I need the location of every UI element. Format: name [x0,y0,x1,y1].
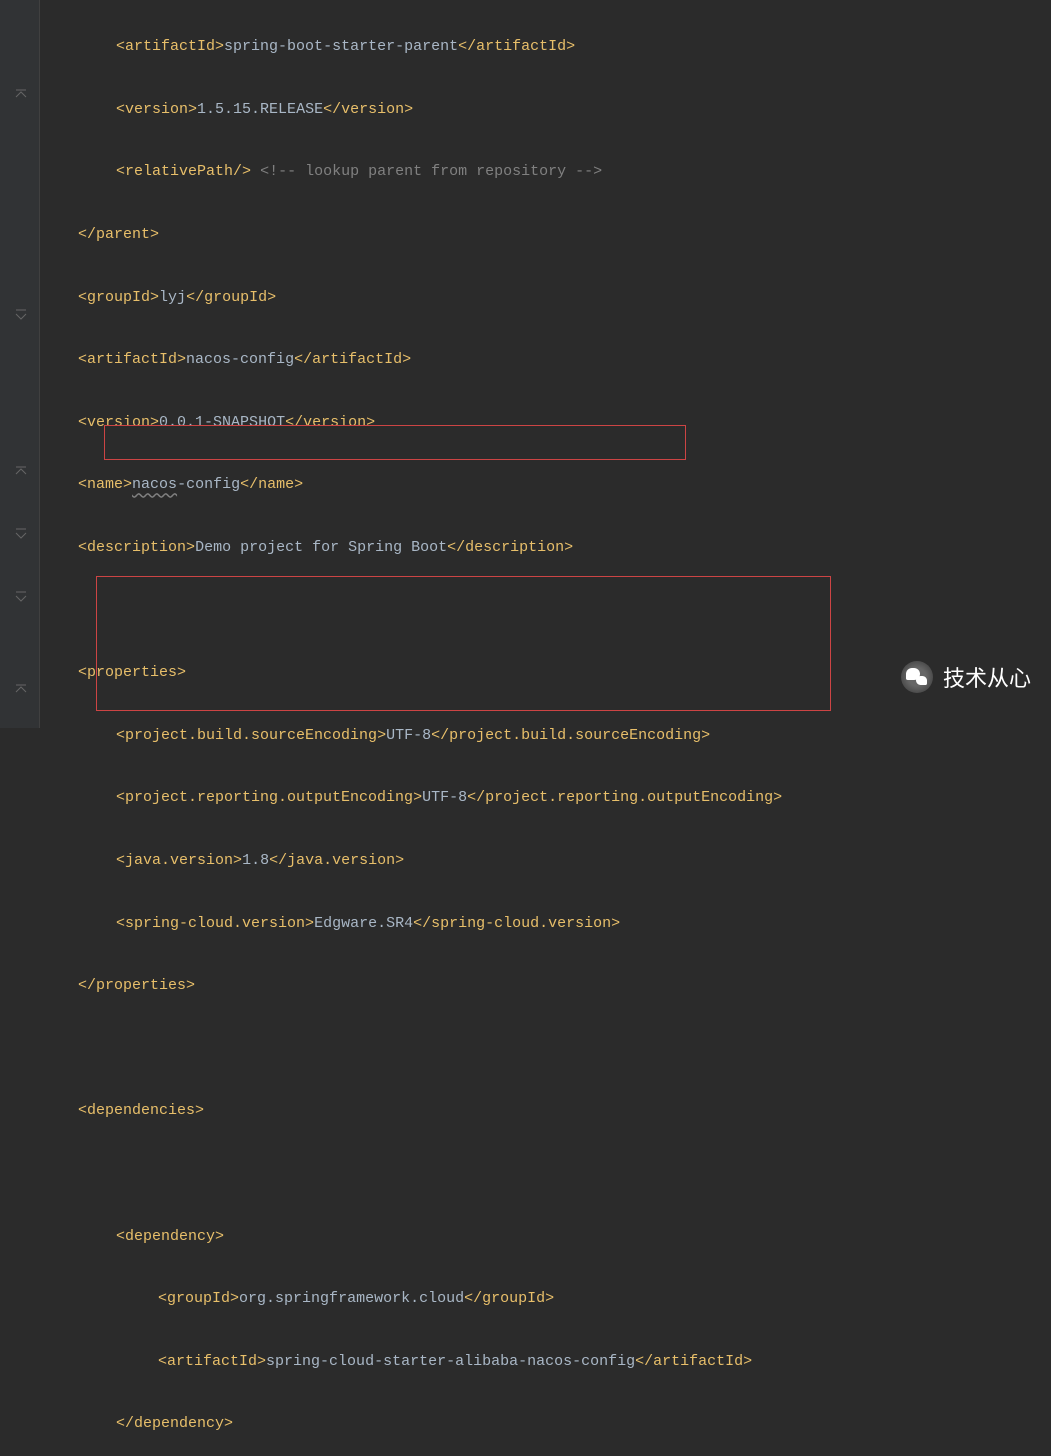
xml-line: </parent> [44,219,1051,250]
editor-gutter [0,0,40,728]
empty-line [44,1158,1051,1189]
xml-line: <groupId>lyj</groupId> [44,282,1051,313]
fold-end-icon[interactable] [14,88,28,102]
xml-line: <dependency> [44,1221,1051,1252]
empty-line [44,595,1051,626]
watermark-text: 技术从心 [943,661,1031,693]
xml-line: <description>Demo project for Spring Boo… [44,532,1051,563]
xml-line: <properties> [44,657,1051,688]
xml-line: <spring-cloud.version>Edgware.SR4</sprin… [44,908,1051,939]
xml-line: <java.version>1.8</java.version> [44,845,1051,876]
xml-line: </properties> [44,970,1051,1001]
fold-end-icon[interactable] [14,465,28,479]
xml-line: <dependencies> [44,1095,1051,1126]
xml-line: <artifactId>nacos-config</artifactId> [44,344,1051,375]
wechat-icon [901,661,933,693]
fold-start-icon[interactable] [14,527,28,541]
xml-line: <groupId>org.springframework.cloud</grou… [44,1283,1051,1314]
xml-line: <name>nacos-config</name> [44,469,1051,500]
xml-line: <artifactId>spring-boot-starter-parent</… [44,31,1051,62]
watermark: 技术从心 [901,661,1031,693]
code-editor[interactable]: <artifactId>spring-boot-starter-parent</… [0,0,1051,1456]
empty-line [44,1033,1051,1064]
xml-line: <project.reporting.outputEncoding>UTF-8<… [44,782,1051,813]
xml-line: <relativePath/> <!-- lookup parent from … [44,156,1051,187]
fold-start-icon[interactable] [14,308,28,322]
xml-line: <project.build.sourceEncoding>UTF-8</pro… [44,720,1051,751]
xml-line: <artifactId>spring-cloud-starter-alibaba… [44,1346,1051,1377]
xml-line: </dependency> [44,1408,1051,1439]
fold-start-icon[interactable] [14,590,28,604]
xml-line: <version>0.0.1-SNAPSHOT</version> [44,407,1051,438]
xml-line: <version>1.5.15.RELEASE</version> [44,94,1051,125]
fold-end-icon[interactable] [14,683,28,697]
